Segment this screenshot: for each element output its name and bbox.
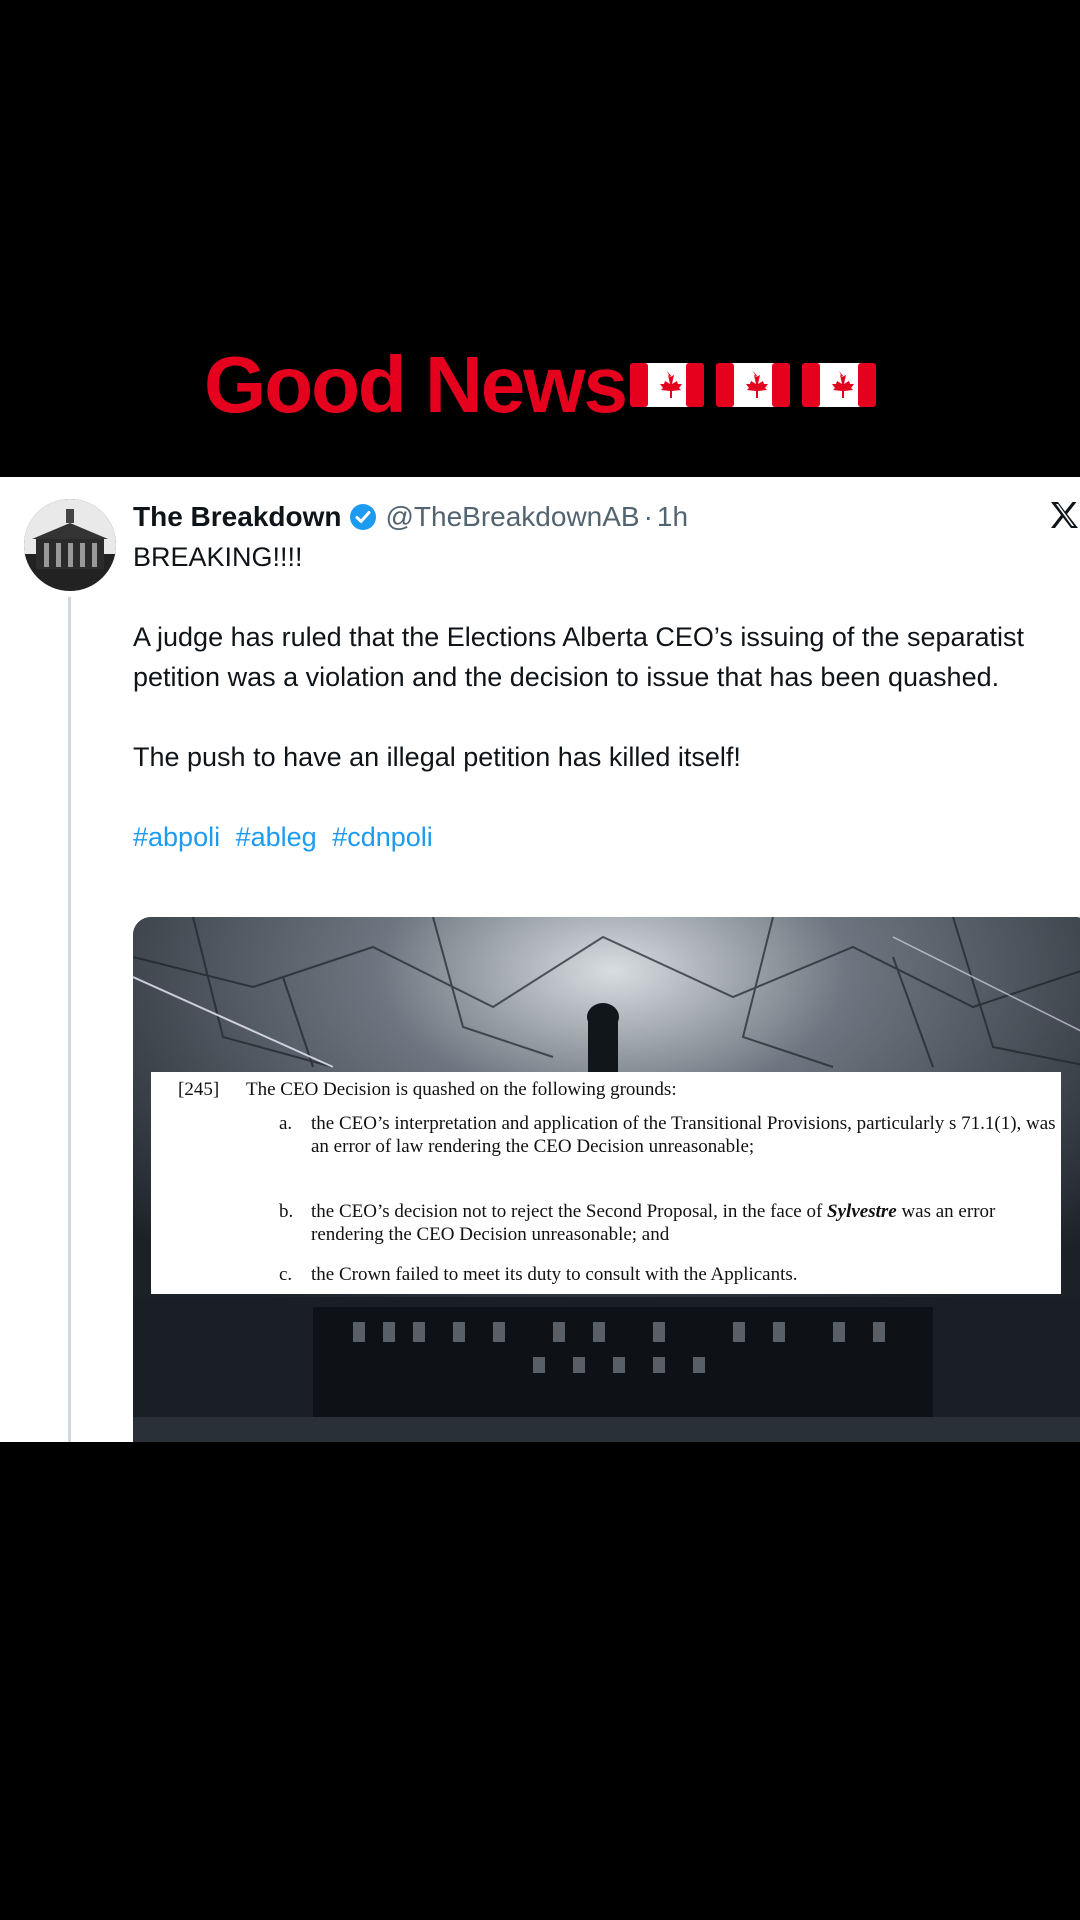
paragraph-number: [245]	[178, 1079, 220, 1100]
tweet-paragraph-2: The push to have an illegal petition has…	[133, 742, 741, 772]
headline-text: Good News	[203, 340, 628, 429]
tweet-paragraph-1: A judge has ruled that the Elections Alb…	[133, 622, 1025, 692]
tweet-text: BREAKING!!!! A judge has ruled that the …	[133, 537, 1058, 857]
tweet-card[interactable]: The Breakdown @TheBreakdownAB · 1h BREAK…	[0, 477, 1080, 1442]
hashtag-link[interactable]: #cdnpoli	[332, 822, 433, 852]
hashtag-link[interactable]: #abpoli	[133, 822, 220, 852]
verified-badge-icon	[350, 504, 377, 530]
paragraph-intro: The CEO Decision is quashed on the follo…	[246, 1079, 677, 1100]
item-letter: b.	[279, 1201, 294, 1222]
tweet-header: The Breakdown @TheBreakdownAB · 1h	[133, 497, 688, 537]
handle[interactable]: @TheBreakdownAB	[385, 501, 639, 533]
canada-flag-icon	[802, 363, 877, 407]
item-letter: c.	[279, 1264, 293, 1285]
hashtag-list: #abpoli #ableg #cdnpoli	[133, 817, 1058, 857]
canada-flag-icon	[630, 363, 705, 407]
x-logo-icon	[1051, 502, 1078, 528]
video-headline: Good News	[0, 330, 1080, 440]
hashtag-link[interactable]: #ableg	[236, 822, 317, 852]
item-letter: a.	[279, 1113, 293, 1134]
display-name[interactable]: The Breakdown	[133, 501, 341, 533]
legislature-building-icon	[24, 499, 116, 591]
flag-group	[630, 359, 877, 411]
timestamp[interactable]: 1h	[657, 501, 688, 533]
canada-flag-icon	[716, 363, 791, 407]
item-text-before: the CEO’s decision not to reject the Sec…	[311, 1201, 828, 1222]
case-name: Sylvestre	[827, 1201, 897, 1222]
item-text: the CEO’s interpretation and application…	[311, 1113, 1056, 1157]
item-text: the Crown failed to meet its duty to con…	[311, 1264, 798, 1285]
thread-line	[68, 597, 71, 1442]
separator: ·	[643, 501, 653, 532]
tweet-media-image[interactable]: [245] The CEO Decision is quashed on the…	[133, 917, 1080, 1442]
item-text: the CEO’s decision not to reject the Sec…	[311, 1200, 1061, 1246]
tweet-line-breaking: BREAKING!!!!	[133, 542, 303, 572]
avatar[interactable]	[24, 499, 116, 591]
court-document-excerpt: [245] The CEO Decision is quashed on the…	[151, 1072, 1061, 1294]
